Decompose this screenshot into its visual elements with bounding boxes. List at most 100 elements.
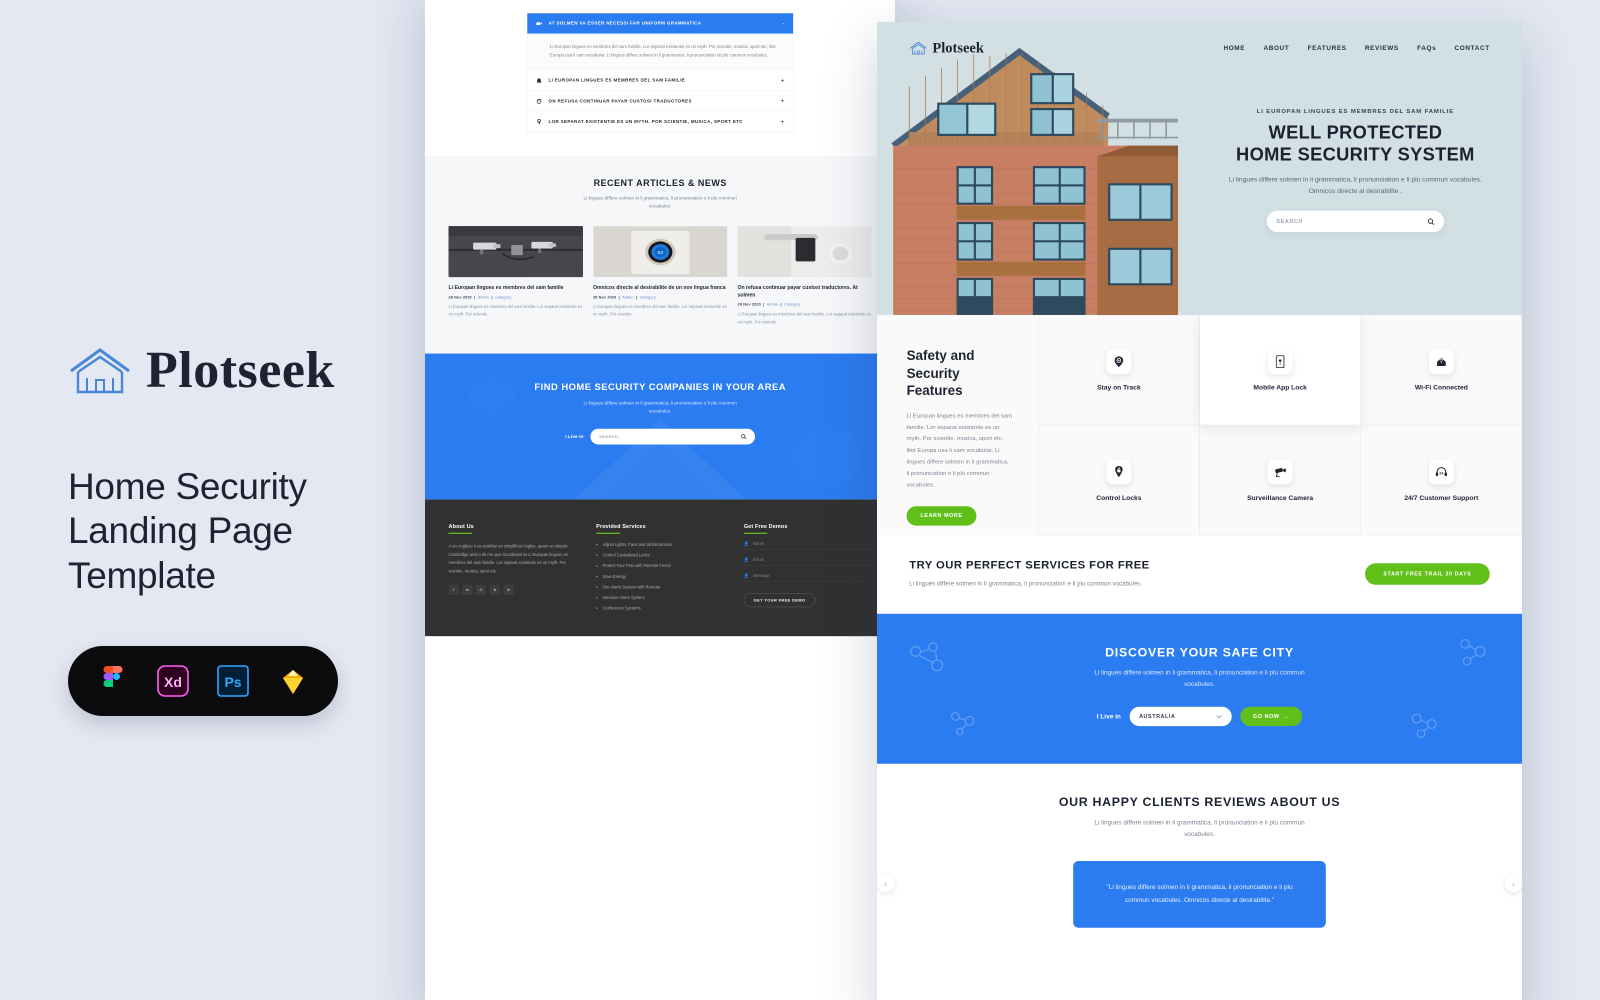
- svg-text:Ps: Ps: [224, 674, 241, 690]
- nav-item-contact[interactable]: CONTACT: [1455, 44, 1490, 52]
- demo-email-field[interactable]: 👤 Email: [743, 557, 872, 567]
- svg-text:63: 63: [657, 250, 663, 255]
- get-free-demo-button[interactable]: GET YOUR FREE DEMO: [743, 593, 816, 608]
- list-item[interactable]: Save Energy: [596, 574, 724, 579]
- reviews-body: Li lingues differe solmen in li grammati…: [1094, 818, 1305, 838]
- feature-surveillance-camera[interactable]: Surveillance Camera: [1199, 425, 1361, 536]
- hero-title-line1: WELL PROTECTED: [1268, 122, 1443, 143]
- city-body: Li lingues differe solmen in li grammati…: [1094, 668, 1305, 688]
- feature-mobile-app-lock[interactable]: Mobile App Lock: [1199, 314, 1361, 426]
- go-now-button[interactable]: GO NOW →: [1240, 706, 1303, 727]
- chevron-down-icon[interactable]: [1216, 714, 1222, 719]
- faq-question-header[interactable]: AT SOLMEN VA ESSER NECESSI FAR UNIFORM G…: [527, 13, 794, 34]
- demo-name-field[interactable]: 👤 Name: [743, 541, 872, 550]
- promo-brand-name: Plotseek: [146, 342, 335, 399]
- house-logo-icon: [70, 348, 130, 394]
- footer-demo-column: Get Free Demos 👤 Name 👤 Email 👤 Message …: [743, 522, 872, 617]
- user-icon: 👤: [743, 541, 750, 547]
- list-item[interactable]: Intrusion Alarm System: [596, 595, 724, 600]
- faq-toggle-icon[interactable]: +: [781, 97, 785, 105]
- faq-question-header[interactable]: LOR SEPARAT EXISTENTIE ES UN MYTH. POR S…: [527, 112, 793, 132]
- faq-question-text: LOR SEPARAT EXISTENTIE ES UN MYTH. POR S…: [548, 119, 743, 125]
- list-item[interactable]: Fire Alarm System with Remote: [596, 585, 724, 590]
- article-category[interactable]: Category: [495, 295, 511, 299]
- find-companies-section: FIND HOME SECURITY COMPANIES IN YOUR ARE…: [425, 353, 895, 500]
- faq-accordion: AT SOLMEN VA ESSER NECESSI FAR UNIFORM G…: [526, 12, 794, 133]
- country-selected-value: AUSTRALIA: [1139, 713, 1176, 720]
- molecule-decoration-icon: [1411, 713, 1437, 739]
- search-icon[interactable]: [741, 434, 747, 440]
- features-body: Li Europan lingues es membres del sam fa…: [906, 412, 1013, 489]
- recent-articles-section: RECENT ARTICLES & NEWS Li lingues differ…: [425, 156, 895, 354]
- site-logo[interactable]: Plotseek: [909, 39, 984, 56]
- figma-icon: [103, 666, 123, 688]
- svg-text:24: 24: [1439, 471, 1443, 475]
- article-card[interactable]: On refusa continuar payar custosi traduc…: [737, 226, 872, 326]
- country-select[interactable]: AUSTRALIA: [1129, 706, 1232, 727]
- article-author[interactable]: Admin: [767, 303, 778, 307]
- reviews-next-button[interactable]: ›: [1504, 875, 1522, 893]
- faq-question-header[interactable]: ON REFUSA CONTINUAR PAYAR CUSTOSI TRADUC…: [527, 91, 793, 111]
- article-author[interactable]: Admin: [622, 295, 633, 299]
- search-icon[interactable]: [1427, 218, 1435, 225]
- trial-body: Li lingues differe solmen in li grammati…: [909, 580, 1143, 587]
- dribbble-icon[interactable]: ●: [489, 584, 500, 596]
- facebook-icon[interactable]: f: [448, 584, 459, 596]
- trial-text: TRY OUR PERFECT SERVICES FOR FREE Li lin…: [909, 559, 1149, 589]
- siren-icon: [536, 78, 542, 83]
- start-free-trial-button[interactable]: START FREE TRAIL 30 DAYS: [1365, 563, 1490, 585]
- feature-control-locks[interactable]: Control Locks: [1038, 425, 1200, 536]
- find-label: I Live in: [565, 433, 584, 440]
- find-search-placeholder: SEARCH: [599, 434, 619, 439]
- nav-item-about[interactable]: ABOUT: [1263, 44, 1289, 52]
- city-heading: DISCOVER YOUR SAFE CITY: [1105, 645, 1294, 660]
- nav-item-faqs[interactable]: FAQs: [1417, 44, 1436, 52]
- twitter-icon[interactable]: w: [462, 584, 473, 596]
- faq-answer: Li Europan lingues es membres del sam fa…: [527, 33, 794, 70]
- feature-wifi-connected[interactable]: Wi-Fi Connected: [1360, 314, 1522, 426]
- article-card[interactable]: 63 Omnicos directe al desirabilite de un…: [593, 226, 728, 326]
- article-category[interactable]: Category: [784, 303, 800, 307]
- footer-demo-heading: Get Free Demos: [743, 522, 788, 530]
- faq-toggle-icon[interactable]: -: [782, 20, 784, 28]
- learn-more-button[interactable]: LEARN MORE: [906, 506, 977, 526]
- faq-question-text: AT SOLMEN VA ESSER NECESSI FAR UNIFORM G…: [548, 21, 702, 26]
- list-item[interactable]: Conference Systems: [596, 606, 724, 611]
- hero-search-placeholder: SEARCH: [1276, 218, 1303, 225]
- headset-support-icon: 24: [1429, 459, 1454, 484]
- footer-services-heading: Provided Services: [596, 522, 646, 530]
- nav-item-reviews[interactable]: REVIEWS: [1365, 44, 1399, 52]
- feature-customer-support[interactable]: 24 24/7 Customer Support: [1360, 425, 1522, 536]
- features-intro: Safety and Security Features Li Europan …: [877, 314, 1039, 536]
- article-date: 28 Nov 2020: [593, 295, 617, 300]
- hero-search-input[interactable]: SEARCH: [1266, 210, 1445, 233]
- faq-question-header[interactable]: LI EUROPAN LINGUES ES MEMBRES DEL SAM FA…: [527, 70, 793, 90]
- find-heading: FIND HOME SECURITY COMPANIES IN YOUR ARE…: [534, 381, 786, 393]
- list-item[interactable]: Control Centralized Locks: [596, 553, 724, 558]
- services-list: Adjust Lights, Fans and all Electronics …: [596, 542, 724, 610]
- faq-toggle-icon[interactable]: +: [781, 76, 785, 84]
- article-meta: 28 Nov 2020 | Admin | Category: [593, 295, 656, 300]
- find-search-input[interactable]: SEARCH: [590, 428, 756, 445]
- feature-label: Mobile App Lock: [1253, 383, 1307, 391]
- feature-label: Control Locks: [1096, 493, 1142, 502]
- google-plus-icon[interactable]: G: [475, 584, 487, 596]
- nav-item-home[interactable]: HOME: [1223, 44, 1245, 52]
- nav-item-features[interactable]: FEATURES: [1308, 44, 1347, 52]
- faq-toggle-icon[interactable]: +: [781, 118, 785, 126]
- feature-stay-on-track[interactable]: Stay on Track: [1038, 314, 1200, 426]
- reviews-prev-button[interactable]: ‹: [877, 875, 895, 893]
- list-item[interactable]: Protect Your Pets with Remote Fence: [596, 564, 724, 569]
- demo-message-field[interactable]: 👤 Message: [743, 573, 872, 583]
- reviews-heading: OUR HAPPY CLIENTS REVIEWS ABOUT US: [1058, 794, 1341, 809]
- article-thumbnail-smart-thermostat: 63: [593, 226, 728, 278]
- key-icon: [537, 119, 541, 125]
- promo-title: Home Security Landing Page Template: [68, 466, 307, 596]
- article-title: Omnicos directe al desirabilite de un no…: [593, 284, 726, 291]
- article-category[interactable]: Category: [640, 295, 656, 299]
- list-item[interactable]: Adjust Lights, Fans and all Electronics: [596, 542, 724, 547]
- linkedin-icon[interactable]: in: [503, 584, 514, 596]
- article-author[interactable]: Admin: [478, 295, 489, 299]
- article-card[interactable]: Li Europan lingues es membres del sam fa…: [448, 226, 583, 326]
- free-trial-section: TRY OUR PERFECT SERVICES FOR FREE Li lin…: [877, 535, 1522, 614]
